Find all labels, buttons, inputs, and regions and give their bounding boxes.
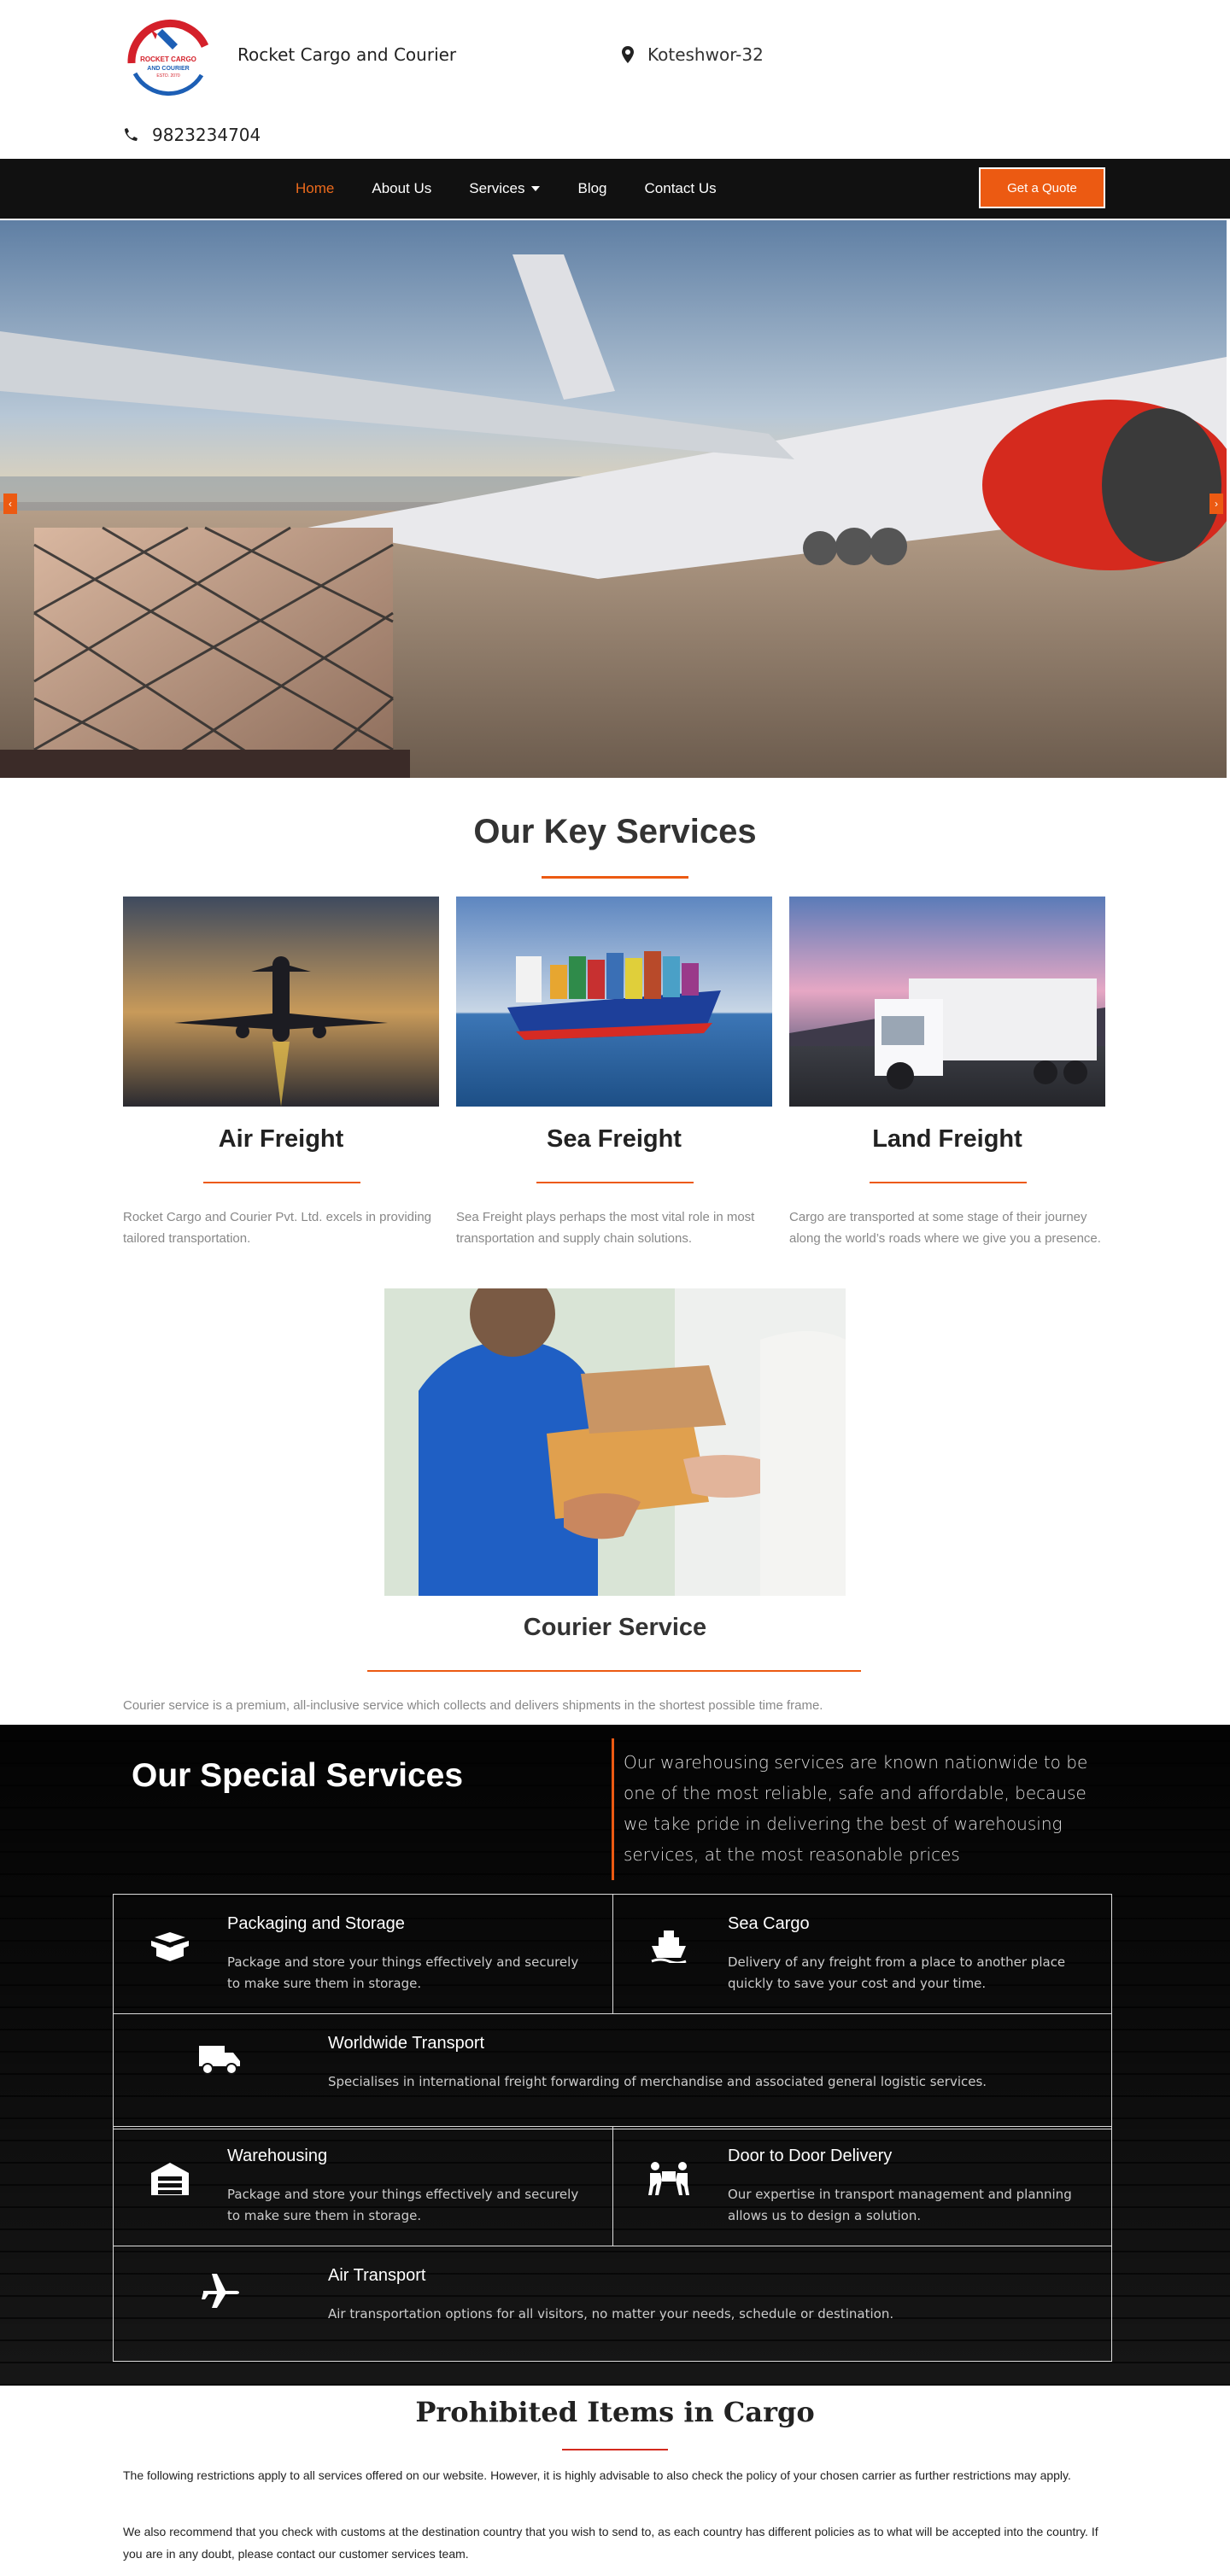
service-title-door-to-door: Door to Door Delivery	[728, 2147, 893, 2165]
location-text: Koteshwor-32	[647, 44, 764, 65]
courier-underline	[367, 1670, 861, 1672]
location: Koteshwor-32	[622, 44, 764, 65]
card-text-sea: Sea Freight plays perhaps the most vital…	[456, 1210, 755, 1246]
phone-number: 9823234704	[152, 125, 261, 145]
divider	[113, 2013, 1112, 2014]
logo[interactable]: ROCKET CARGO AND COURIER ESTD. 2070	[123, 12, 214, 102]
main-nav: Home About Us Services Blog Contact Us G…	[0, 159, 1230, 219]
air-freight-image	[123, 897, 439, 1107]
nav-home[interactable]: Home	[296, 180, 334, 197]
ship-icon	[646, 1923, 692, 1969]
card-text-air: Rocket Cargo and Courier Pvt. Ltd. excel…	[123, 1210, 432, 1246]
hero-image	[0, 220, 1227, 778]
nav-services-label: Services	[469, 180, 525, 196]
card-underline	[870, 1182, 1027, 1183]
svg-text:AND COURIER: AND COURIER	[147, 66, 189, 72]
nav-about[interactable]: About Us	[372, 180, 431, 197]
divider	[612, 2126, 613, 2246]
slider-next-button[interactable]: ›	[1210, 494, 1223, 514]
service-title-worldwide: Worldwide Transport	[328, 2034, 485, 2053]
nav-contact[interactable]: Contact Us	[645, 180, 717, 197]
card-title-sea: Sea Freight	[547, 1125, 682, 1153]
special-services-title: Our Special Services	[132, 1757, 464, 1794]
hero-slider: ‹ ›	[0, 220, 1227, 778]
accent-bar	[612, 1738, 614, 1880]
plane-icon	[196, 2268, 243, 2314]
card-text-land: Cargo are transported at some stage of t…	[789, 1210, 1101, 1246]
courier-image	[384, 1288, 846, 1596]
service-title-warehousing: Warehousing	[227, 2147, 328, 2165]
phone[interactable]: 9823234704	[123, 125, 261, 145]
get-quote-button[interactable]: Get a Quote	[979, 167, 1105, 208]
key-services-title: Our Key Services	[473, 813, 757, 850]
nav-services[interactable]: Services	[469, 180, 541, 197]
service-desc-packaging: Package and store your things effectivel…	[227, 1954, 579, 1991]
service-desc-sea-cargo: Delivery of any freight from a place to …	[728, 1954, 1066, 1991]
service-desc-door-to-door: Our expertise in transport management an…	[728, 2187, 1072, 2223]
courier-title: Courier Service	[523, 1614, 707, 1641]
service-desc-warehousing: Package and store your things effectivel…	[227, 2187, 579, 2223]
service-title-air-transport: Air Transport	[328, 2266, 426, 2285]
service-title-packaging: Packaging and Storage	[227, 1914, 405, 1933]
special-services-section: Our Special Services Our warehousing ser…	[0, 1725, 1230, 2386]
divider	[612, 1894, 613, 2013]
courier-text: Courier service is a premium, all-inclus…	[123, 1698, 823, 1713]
card-underline	[203, 1182, 360, 1183]
sea-freight-image	[456, 897, 772, 1107]
service-title-sea-cargo: Sea Cargo	[728, 1914, 810, 1933]
people-carry-icon	[646, 2155, 692, 2201]
service-desc-worldwide: Specialises in international freight for…	[328, 2074, 987, 2089]
land-freight-image	[789, 897, 1105, 1107]
title-underline	[542, 876, 688, 879]
service-desc-air-transport: Air transportation options for all visit…	[328, 2306, 894, 2322]
map-marker-icon	[622, 46, 634, 63]
phone-icon	[125, 128, 138, 141]
prohibited-underline	[562, 2449, 668, 2450]
card-underline	[536, 1182, 694, 1183]
svg-text:ROCKET CARGO: ROCKET CARGO	[140, 55, 196, 63]
svg-text:ESTD. 2070: ESTD. 2070	[156, 73, 179, 79]
card-title-air: Air Freight	[218, 1125, 344, 1153]
warehouse-icon	[147, 2155, 193, 2201]
prohibited-title: Prohibited Items in Cargo	[415, 2396, 815, 2428]
nav-blog[interactable]: Blog	[577, 180, 606, 197]
caret-down-icon	[531, 186, 541, 191]
slider-prev-button[interactable]: ‹	[3, 494, 17, 514]
special-services-intro: Our warehousing services are known natio…	[624, 1752, 1088, 1865]
card-title-land: Land Freight	[872, 1125, 1022, 1153]
box-open-icon	[147, 1923, 193, 1969]
truck-icon	[196, 2036, 243, 2082]
prohibited-paragraph-1: The following restrictions apply to all …	[123, 2468, 1071, 2482]
brand-name: Rocket Cargo and Courier	[237, 44, 457, 65]
prohibited-paragraph-2: We also recommend that you check with cu…	[123, 2525, 1098, 2561]
site-header: ROCKET CARGO AND COURIER ESTD. 2070 Rock…	[0, 0, 1230, 159]
